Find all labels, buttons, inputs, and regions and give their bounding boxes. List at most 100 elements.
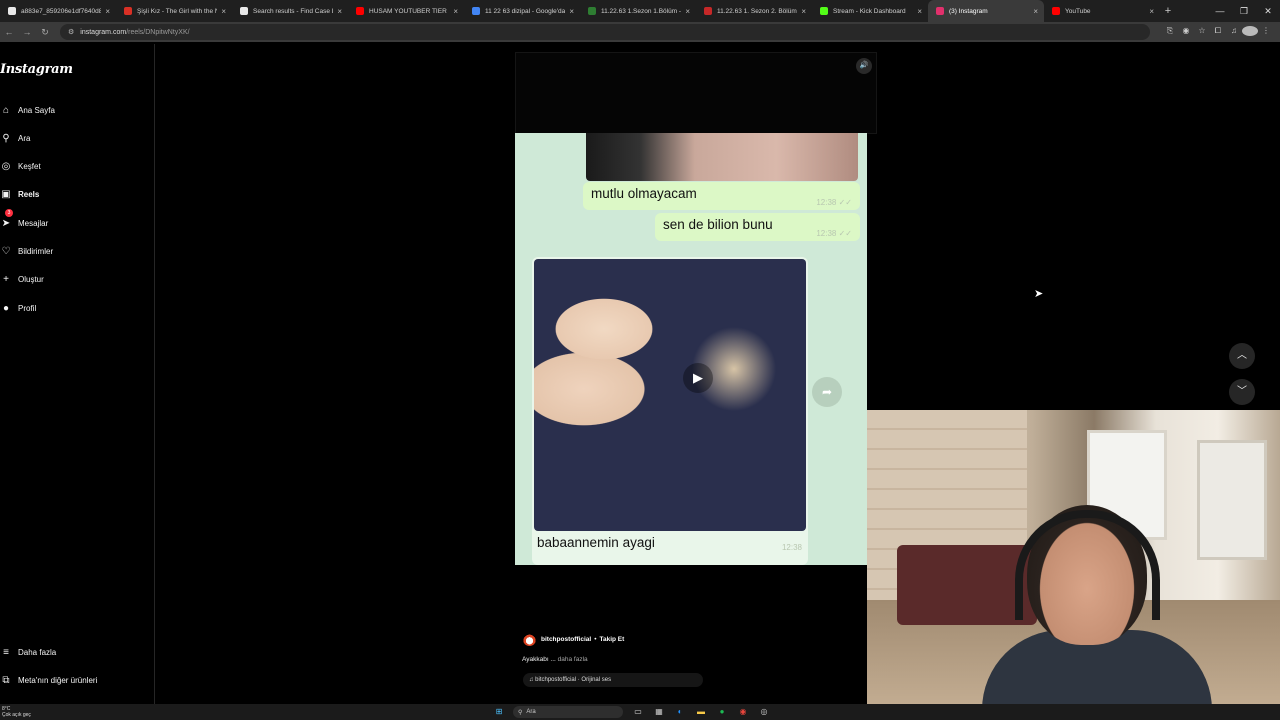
browser-tab[interactable]: 11 22 63 dizipal - Google'da ar × [464,0,580,22]
instagram-logo[interactable]: Instagram [0,62,73,77]
obs-icon[interactable]: ◎ [757,705,771,719]
back-icon[interactable]: ← [0,27,18,37]
previous-reel-button[interactable]: ︿ [1229,343,1255,369]
menu-icon[interactable]: ⋮ [1258,26,1274,38]
tab-favicon-icon [820,7,828,15]
url-input[interactable]: ⚙ instagram.com/reels/DNpitwNtyXK/ [60,24,1150,40]
tab-close-icon[interactable]: × [105,7,110,16]
sound-toggle-icon[interactable]: 🔊 [856,58,872,74]
tab-title: YouTube [1065,7,1091,15]
sidebar-item-ara[interactable]: ⚲ Ara [0,128,30,148]
more-link[interactable]: daha fazla [558,656,588,663]
browser-tab[interactable]: 11.22.63 1. Sezon 2. Bölüm izl × [696,0,812,22]
taskbar-search[interactable]: ⚲ Ara [513,706,623,718]
browser-tab[interactable]: Şişli Kız - The Girl with the Ne × [116,0,232,22]
address-bar: ← → ↻ ⚙ instagram.com/reels/DNpitwNtyXK/… [0,22,1280,42]
tab-close-icon[interactable]: × [801,7,806,16]
site-info-icon[interactable]: ⚙ [68,28,74,36]
follow-button[interactable]: Takip Et [599,636,624,643]
sidebar-icon: ▣ [1,188,11,200]
url-host: instagram.com [80,28,127,36]
profile-avatar-icon[interactable] [1242,26,1258,38]
sidebar-item-reels[interactable]: ▣ Reels [0,184,39,204]
tab-close-icon[interactable]: × [1033,7,1038,16]
sidebar-item-bildirimler[interactable]: ♡ Bildirimler [0,241,54,261]
sidebar-item-label: Oluştur [18,274,44,284]
sidebar-icon: ⌂ [2,104,10,116]
media-caption: babaannemin ayagi [537,535,655,550]
tab-favicon-icon [240,7,248,15]
edge-icon[interactable]: ◐ [673,705,687,719]
chrome-icon[interactable]: ◉ [736,705,750,719]
spotify-icon[interactable]: ● [715,705,729,719]
tab-close-icon[interactable]: × [453,7,458,16]
weather-widget[interactable]: 8°C Çok açık geç [2,706,31,718]
more-menu-button[interactable]: ≡ Daha fazla [0,642,56,662]
tab-title: 11.22.63 1.Sezon 1.Bölüm - D [601,7,682,15]
audio-info[interactable]: ♫ bitchpostofficial · Orijinal ses [523,673,703,687]
file-explorer-icon[interactable]: ▬ [694,705,708,719]
meta-products-button[interactable]: ⧉ Meta'nın diğer ürünleri [0,670,97,690]
description-text: Ayakkabı ... [522,656,556,663]
reel-header-area: 🔊 [515,52,877,134]
restore-icon[interactable]: ❐ [1232,0,1256,22]
author-name[interactable]: bitchpostofficial [541,636,591,643]
sidebar-item-label: Ara [18,133,31,143]
sidebar-item-label: Meta'nın diğer ürünleri [18,675,98,685]
browser-tab[interactable]: HUSAM YOUTUBER TİER LİST × [348,0,464,22]
tab-title: 11.22.63 1. Sezon 2. Bölüm izl [717,7,798,15]
browser-tab[interactable]: a883e7_859206e1df7640d88d × [0,0,116,22]
selfie-image [586,133,858,181]
next-reel-button[interactable]: ﹀ [1229,379,1255,405]
browser-tab[interactable]: Stream - Kick Dashboard × [812,0,928,22]
new-tab-button[interactable]: + [1160,5,1176,17]
tab-close-icon[interactable]: × [337,7,342,16]
reel-video[interactable]: mutlu olmayacam 12:38 ✓✓ sen de bilion b… [515,133,867,565]
tab-close-icon[interactable]: × [1149,7,1154,16]
play-icon[interactable]: ▶ [683,363,713,393]
windows-start-icon[interactable]: ⊞ [492,705,506,719]
taskbar-search-label: Ara [526,709,536,715]
reload-icon[interactable]: ↻ [36,27,54,38]
sidebar-icon: ⚲ [2,132,10,144]
sidebar-item-oluştur[interactable]: + Oluştur [0,269,44,289]
sidebar-item-keşfet[interactable]: ◎ Keşfet [0,156,41,176]
browser-tab[interactable]: YouTube × [1044,0,1160,22]
install-icon[interactable]: ⎘ [1162,26,1178,38]
tab-title: Şişli Kız - The Girl with the Ne [137,7,218,15]
browser-tab[interactable]: Search results - Find Case Lw × [232,0,348,22]
store-icon[interactable]: ▦ [652,705,666,719]
minimize-icon[interactable]: — [1208,0,1232,22]
eye-icon[interactable]: ◉ [1178,26,1194,38]
sidebar-item-label: Keşfet [18,161,41,171]
sidebar-item-ana-sayfa[interactable]: ⌂ Ana Sayfa [0,100,55,120]
tab-close-icon[interactable]: × [917,7,922,16]
forward-icon[interactable]: → [18,27,36,37]
sidebar-item-label: Ana Sayfa [18,105,55,115]
author-avatar[interactable] [523,633,536,646]
hamburger-icon: ≡ [3,646,9,658]
tab-title: Stream - Kick Dashboard [833,7,906,15]
browser-tab[interactable]: (3) Instagram × [928,0,1044,22]
media-icon[interactable]: ♫ [1226,26,1242,38]
sidebar-item-mesajlar[interactable]: ➤ 3 Mesajlar [0,209,48,233]
browser-tab[interactable]: 11.22.63 1.Sezon 1.Bölüm - D × [580,0,696,22]
sidebar-icon: ◎ [1,160,11,172]
close-window-icon[interactable]: ✕ [1256,0,1280,22]
tab-title: 11 22 63 dizipal - Google'da ar [485,7,566,15]
sidebar-item-profil[interactable]: ● Profil [0,298,36,318]
tab-close-icon[interactable]: × [685,7,690,16]
sidebar-icon: ➤ [1,217,11,229]
sidebar-icon: ● [2,302,10,314]
tab-favicon-icon [124,7,132,15]
extensions-icon[interactable]: ⧠ [1210,26,1226,38]
webcam-door [1197,440,1267,560]
chat-message-text: sen de bilion bunu [663,217,773,232]
sidebar-item-label: Profil [18,303,37,313]
browser-tab-bar: a883e7_859206e1df7640d88d × Şişli Kız - Th… [0,0,1280,22]
bookmark-star-icon[interactable]: ☆ [1194,26,1210,38]
task-view-icon[interactable]: ▭ [631,705,645,719]
tab-close-icon[interactable]: × [221,7,226,16]
carpet-foot-photo: ▶ [534,259,806,531]
tab-close-icon[interactable]: × [569,7,574,16]
